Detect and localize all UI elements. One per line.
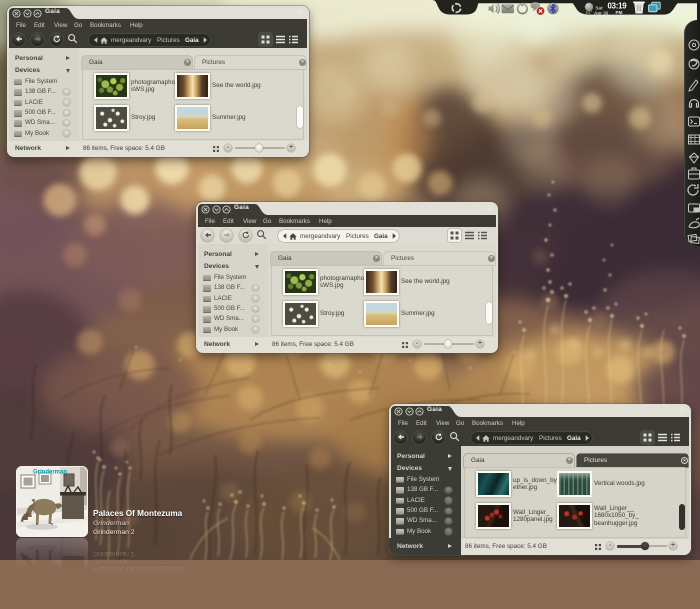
svg-text:Grinderman: Grinderman: [33, 470, 67, 476]
svg-text:Grinderman: Grinderman: [33, 599, 67, 605]
svg-text:Apr 30: Apr 30: [594, 10, 609, 15]
svg-text:PM: PM: [616, 10, 623, 15]
svg-text:21°: 21°: [586, 10, 593, 15]
